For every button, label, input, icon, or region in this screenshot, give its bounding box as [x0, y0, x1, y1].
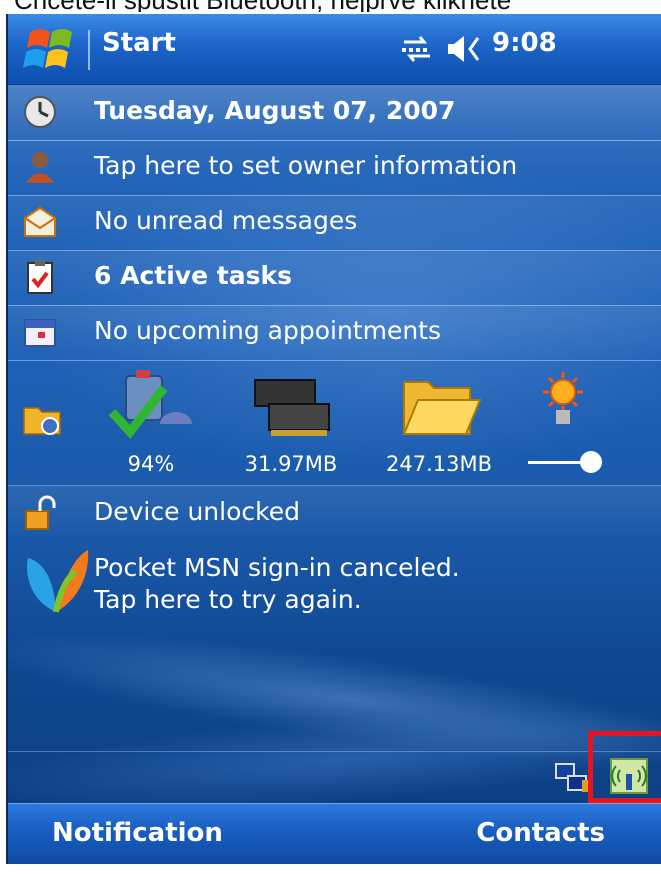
msn-line-2: Tap here to try again. — [94, 585, 362, 614]
softkey-bar: Notification Contacts — [8, 803, 661, 864]
battery-icon — [108, 370, 192, 440]
msn-butterfly-icon[interactable] — [22, 546, 92, 618]
calendar-icon — [24, 319, 56, 347]
clock-icon — [24, 96, 56, 128]
status-row: 94% 31.97MB 247.13MB — [8, 362, 661, 486]
lock-row[interactable]: Device unlocked — [8, 486, 661, 541]
tasks-row[interactable]: 6 Active tasks — [8, 250, 661, 306]
storage-value: 247.13MB — [385, 452, 492, 476]
date-label: Tuesday, August 07, 2007 — [94, 96, 456, 125]
msn-line-1: Pocket MSN sign-in canceled. — [94, 553, 460, 582]
owner-icon — [26, 152, 54, 183]
unlocked-padlock-icon — [25, 495, 56, 530]
page-title[interactable]: Start — [102, 28, 176, 58]
brightness-icon[interactable] — [538, 370, 588, 430]
notification-softkey[interactable]: Notification — [52, 818, 223, 848]
owner-info-row[interactable]: Tap here to set owner information — [8, 140, 661, 196]
speaker-icon[interactable] — [444, 32, 486, 66]
folder-icon — [402, 381, 482, 435]
owner-info-label: Tap here to set owner information — [94, 151, 518, 180]
activesync-pc-icon[interactable] — [554, 762, 590, 794]
envelope-icon — [24, 206, 56, 237]
tasks-label: 6 Active tasks — [94, 261, 292, 290]
tasks-icon — [27, 260, 53, 294]
caption-text: Chcete-li spustit Bluetooth, nejprve kli… — [14, 0, 661, 12]
battery-status[interactable]: 94% — [96, 368, 206, 476]
pocket-pc-screen: Start 9:08 Tuesday, August 07, 2007 Tap … — [6, 14, 661, 864]
clock-time[interactable]: 9:08 — [492, 28, 557, 58]
memory-status[interactable]: 31.97MB — [226, 368, 356, 476]
start-flag-icon[interactable] — [22, 22, 78, 78]
brightness-slider-knob[interactable] — [580, 451, 602, 473]
title-bar: Start 9:08 — [8, 14, 661, 85]
appointments-label: No upcoming appointments — [94, 316, 442, 345]
connectivity-icon[interactable] — [400, 32, 434, 66]
msn-message[interactable]: Pocket MSN sign-in canceled. Tap here to… — [94, 552, 460, 616]
today-date-row[interactable]: Tuesday, August 07, 2007 — [8, 85, 661, 141]
messages-row[interactable]: No unread messages — [8, 195, 661, 251]
contacts-softkey[interactable]: Contacts — [476, 818, 605, 848]
storage-status[interactable]: 247.13MB — [374, 368, 504, 476]
battery-value: 94% — [127, 452, 175, 476]
appointments-row[interactable]: No upcoming appointments — [8, 305, 661, 361]
lock-label: Device unlocked — [94, 497, 300, 526]
messages-label: No unread messages — [94, 206, 358, 235]
highlight-box — [588, 731, 661, 803]
memory-value: 31.97MB — [244, 452, 338, 476]
settings-folder-icon[interactable] — [22, 398, 62, 438]
title-separator — [88, 30, 90, 70]
memory-chip-icon — [254, 379, 330, 436]
